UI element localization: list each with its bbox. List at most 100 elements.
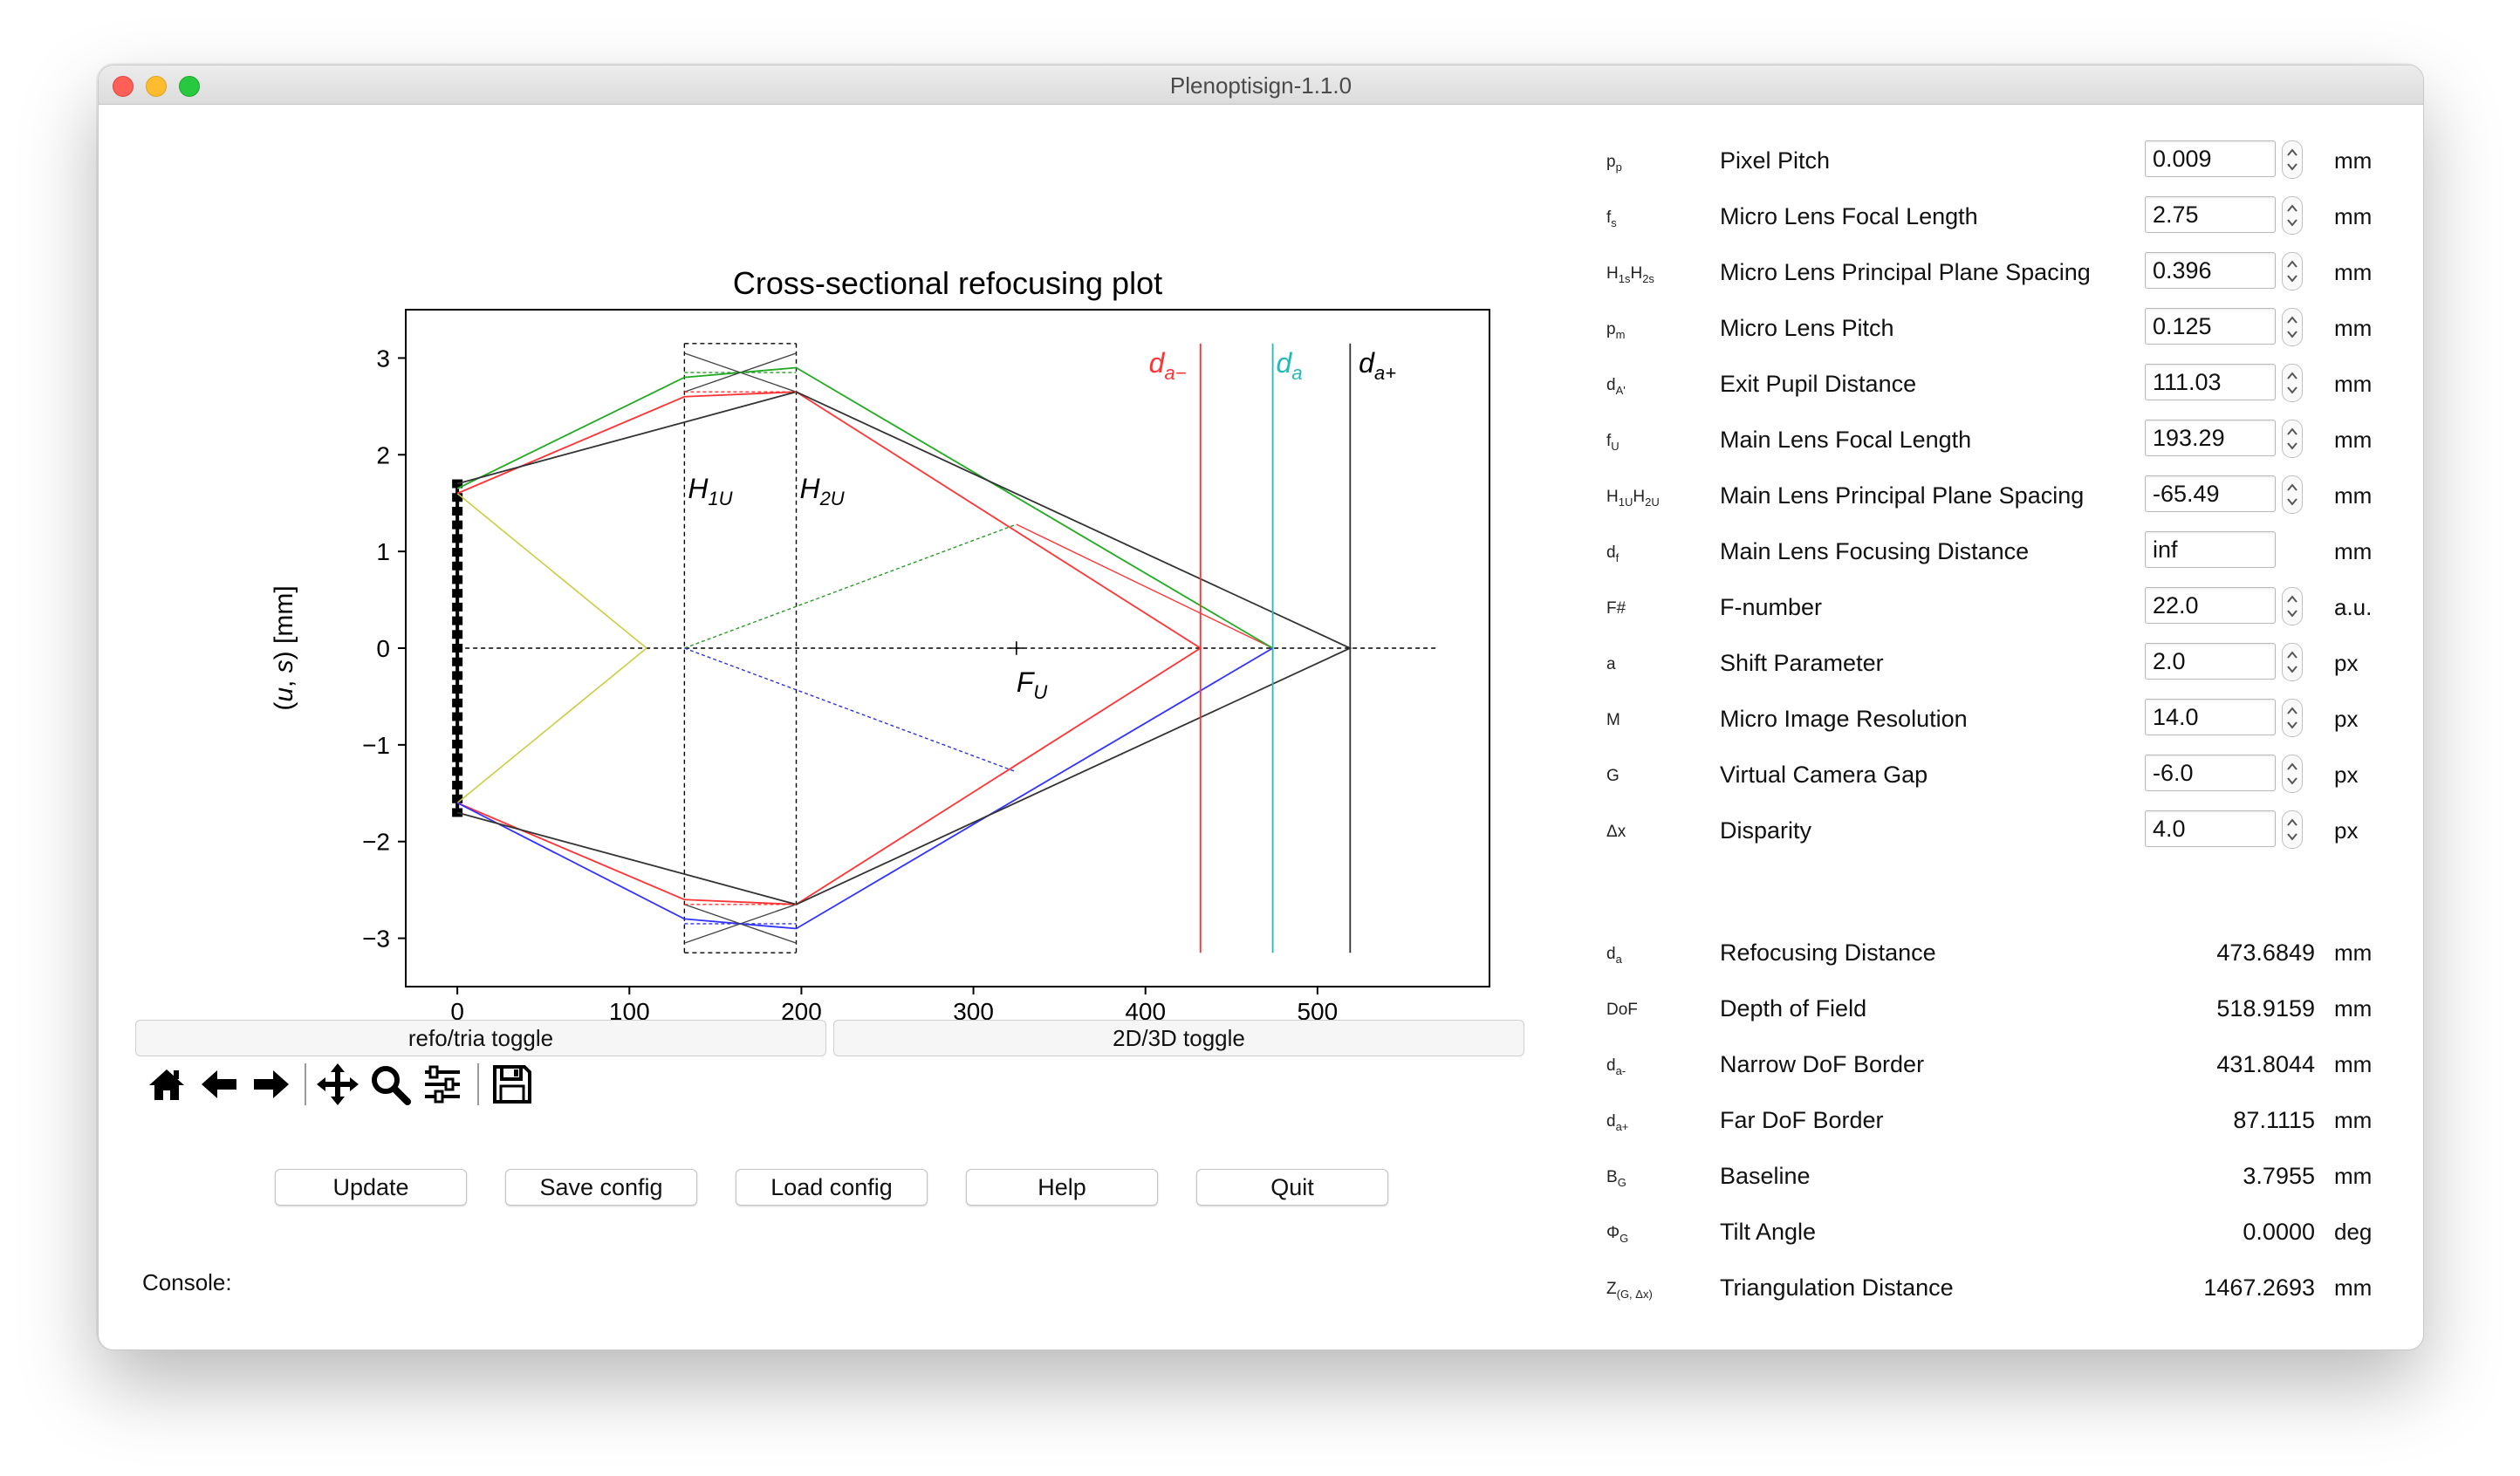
parameter-input[interactable]: 193.29 <box>2145 420 2276 456</box>
back-arrow-icon[interactable] <box>195 1060 243 1109</box>
parameter-input[interactable]: 4.0 <box>2145 810 2276 847</box>
y-tick-label: −2 <box>362 829 390 856</box>
parameter-input[interactable]: -65.49 <box>2145 475 2276 512</box>
parameter-label: Micro Lens Pitch <box>1720 315 1894 341</box>
parameter-symbol: pm <box>1606 320 1626 341</box>
result-unit: mm <box>2334 1051 2373 1077</box>
result-label: Narrow DoF Border <box>1720 1051 1925 1077</box>
chart-title: Cross-sectional refocusing plot <box>733 265 1162 301</box>
result-unit: mm <box>2334 1163 2373 1189</box>
2d-3d-toggle-button[interactable]: 2D/3D toggle <box>833 1020 1524 1056</box>
forward-arrow-icon[interactable] <box>247 1060 296 1109</box>
parameter-label: Virtual Camera Gap <box>1720 762 1928 788</box>
parameter-label: Pixel Pitch <box>1720 147 1831 174</box>
parameter-unit: px <box>2334 706 2359 732</box>
parameter-unit: px <box>2334 817 2359 844</box>
h1u-annotation: H1U <box>688 473 732 509</box>
refocusing-plot-svg[interactable]: Cross-sectional refocusing plot0 100 200 30… <box>203 179 1565 1068</box>
ray-series-line <box>456 647 1274 930</box>
parameter-input[interactable]: 0.009 <box>2145 140 2276 177</box>
spinbox-arrows-icon[interactable] <box>2282 196 2303 235</box>
save-config-button[interactable]: Save config <box>505 1169 697 1206</box>
app-window: Plenoptisign-1.1.0 Cross-sectional refoc… <box>98 65 2424 1350</box>
parameter-label: Main Lens Principal Plane Spacing <box>1720 482 2085 509</box>
parameter-unit: px <box>2334 650 2359 676</box>
parameter-symbol: pp <box>1606 153 1622 174</box>
spinbox-arrows-icon[interactable] <box>2282 475 2303 514</box>
parameter-input[interactable]: 2.75 <box>2145 196 2276 233</box>
parameter-unit: mm <box>2334 538 2373 564</box>
parameter-unit: mm <box>2334 427 2373 453</box>
spinbox-arrows-icon[interactable] <box>2282 587 2303 625</box>
quit-button[interactable]: Quit <box>1196 1169 1388 1206</box>
da-annotation: da <box>1277 347 1303 384</box>
parameter-symbol: Δx <box>1606 823 1626 841</box>
result-label: Far DoF Border <box>1720 1107 1884 1133</box>
update-button[interactable]: Update <box>275 1169 467 1206</box>
result-unit: deg <box>2334 1219 2373 1245</box>
y-tick-label: −1 <box>362 732 390 759</box>
parameter-label: Disparity <box>1720 817 1812 844</box>
parameter-input[interactable]: 0.125 <box>2145 308 2276 345</box>
parameter-symbol: H1UH2U <box>1606 488 1660 509</box>
parameter-symbol: da <box>1606 945 1622 966</box>
result-unit: mm <box>2334 1107 2373 1133</box>
y-tick-label: 2 <box>376 441 390 468</box>
spinbox-arrows-icon[interactable] <box>2282 699 2303 737</box>
parameter-symbol: da- <box>1606 1056 1626 1077</box>
parameter-symbol: a <box>1606 655 1616 673</box>
fu-annotation: FU <box>1017 666 1048 703</box>
refo-tria-toggle-button[interactable]: refo/tria toggle <box>135 1020 826 1056</box>
parameter-label: Main Lens Focal Length <box>1720 427 1972 453</box>
spinbox-arrows-icon[interactable] <box>2282 755 2303 793</box>
h2u-annotation: H2U <box>799 473 844 509</box>
parameter-label: Main Lens Focusing Distance <box>1720 538 2030 564</box>
parameter-input[interactable]: 2.0 <box>2145 643 2276 680</box>
chief-ray <box>456 647 647 803</box>
zoom-icon[interactable] <box>366 1060 414 1109</box>
parameter-unit: a.u. <box>2334 594 2373 620</box>
parameter-unit: mm <box>2334 482 2373 509</box>
spinbox-arrows-icon[interactable] <box>2282 308 2303 346</box>
da-plus-annotation: da+ <box>1359 347 1396 384</box>
parameter-input[interactable]: inf <box>2145 531 2276 568</box>
save-figure-icon[interactable] <box>488 1060 537 1109</box>
pan-icon[interactable] <box>313 1060 362 1109</box>
parameter-input[interactable]: 0.396 <box>2145 252 2276 289</box>
result-unit: mm <box>2334 940 2373 966</box>
spinbox-arrows-icon[interactable] <box>2282 364 2303 402</box>
parameter-input[interactable]: 22.0 <box>2145 587 2276 624</box>
parameter-unit: mm <box>2334 203 2373 229</box>
parameter-input[interactable]: -6.0 <box>2145 755 2276 791</box>
parameter-label: Micro Image Resolution <box>1720 706 1968 732</box>
parameter-symbol: dA' <box>1606 376 1626 397</box>
parameter-label: Exit Pupil Distance <box>1720 371 1917 397</box>
spinbox-arrows-icon[interactable] <box>2282 140 2303 179</box>
spinbox-arrows-icon[interactable] <box>2282 420 2303 458</box>
internal-ray <box>1016 523 1273 649</box>
parameter-symbol: ΦG <box>1606 1224 1629 1245</box>
parameter-symbol: H1sH2s <box>1606 264 1654 285</box>
spinbox-arrows-icon[interactable] <box>2282 810 2303 849</box>
result-label: Baseline <box>1720 1163 1811 1189</box>
result-value: 518.9159 <box>2216 995 2315 1022</box>
configure-subplots-icon[interactable] <box>418 1060 467 1109</box>
help-button[interactable]: Help <box>966 1169 1158 1206</box>
result-value: 0.0000 <box>2243 1219 2315 1245</box>
parameter-symbol: G <box>1606 767 1620 785</box>
parameter-unit: px <box>2334 762 2359 788</box>
y-axis-label: (u, s) [mm] <box>270 585 298 710</box>
spinbox-arrows-icon[interactable] <box>2282 252 2303 290</box>
load-config-button[interactable]: Load config <box>736 1169 928 1206</box>
y-tick-label: −3 <box>362 926 390 953</box>
internal-ray <box>684 647 1017 773</box>
parameter-label: Micro Lens Focal Length <box>1720 203 1978 229</box>
spinbox-arrows-icon[interactable] <box>2282 643 2303 681</box>
y-tick-label: 0 <box>376 635 390 662</box>
home-icon[interactable] <box>142 1060 191 1109</box>
refocusing-plot[interactable]: Cross-sectional refocusing plot 0 100 200 30… <box>203 179 1565 1068</box>
parameter-input[interactable]: 111.03 <box>2145 364 2276 400</box>
result-unit: mm <box>2334 1274 2373 1301</box>
parameter-input[interactable]: 14.0 <box>2145 699 2276 735</box>
result-value: 431.8044 <box>2216 1051 2315 1077</box>
